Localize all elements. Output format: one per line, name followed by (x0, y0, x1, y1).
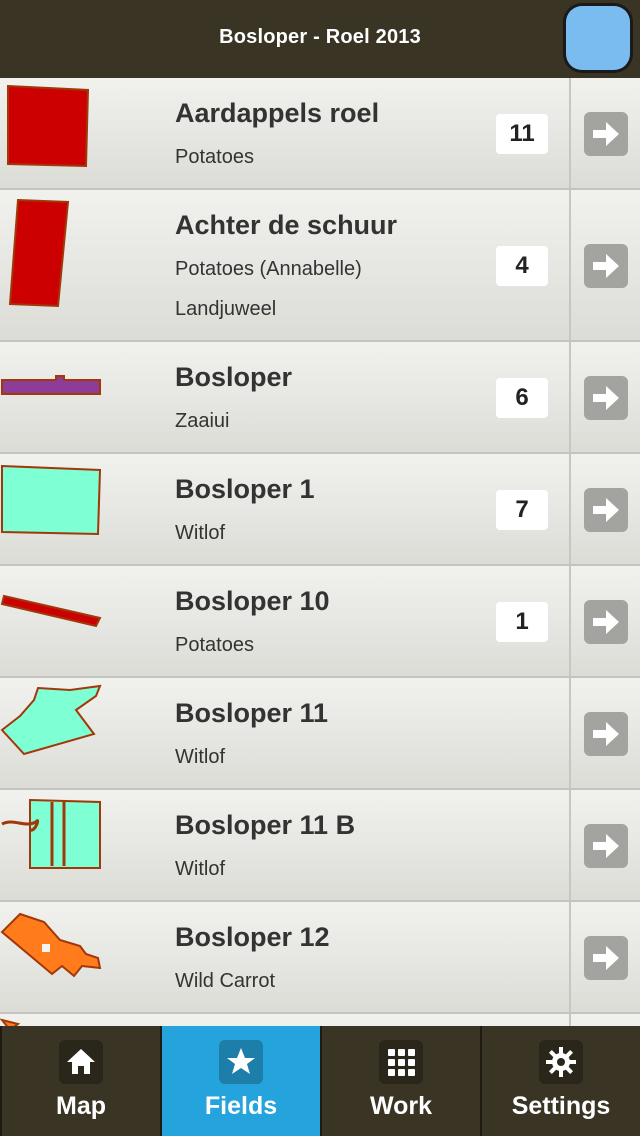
row-divider (569, 454, 571, 564)
profile-button[interactable] (566, 6, 630, 70)
tab-label: Map (56, 1092, 106, 1120)
field-name: Bosloper 10 (175, 586, 330, 616)
home-icon (59, 1040, 103, 1084)
field-crop: Potatoes (175, 634, 254, 656)
top-bar: Bosloper - Roel 2013 (0, 0, 640, 78)
field-crop: Potatoes (175, 146, 254, 168)
field-crop: Zaaiui (175, 410, 230, 432)
gear-icon (539, 1040, 583, 1084)
arrow-right-icon (593, 946, 619, 970)
grid-icon (379, 1040, 423, 1084)
star-icon (219, 1040, 263, 1084)
row-divider (569, 678, 571, 788)
field-name: Bosloper 11 B (175, 810, 356, 840)
field-crop: Wild Carrot (175, 970, 276, 992)
field-row[interactable]: Bosloper 11 B Witlof (0, 790, 640, 902)
field-shape-icon (0, 346, 110, 446)
page-title: Bosloper - Roel 2013 (219, 26, 421, 48)
field-name: Achter de schuur (175, 210, 398, 240)
field-row-partial[interactable] (0, 1014, 640, 1026)
arrow-right-icon (593, 498, 619, 522)
tab-label: Fields (204, 1092, 278, 1120)
field-row[interactable]: Bosloper 10 Potatoes 1 (0, 566, 640, 678)
task-count-badge: 7 (496, 490, 548, 530)
field-row[interactable]: Bosloper 1 Witlof 7 (0, 454, 640, 566)
arrow-right-icon (593, 722, 619, 746)
field-shape-icon (0, 458, 110, 558)
arrow-right-icon (593, 610, 619, 634)
field-crop: Witlof (175, 858, 225, 880)
open-field-button[interactable] (584, 244, 628, 288)
field-shape-icon (0, 82, 110, 182)
field-row[interactable]: Achter de schuur Potatoes (Annabelle) La… (0, 190, 640, 342)
field-shape-icon (0, 906, 110, 1006)
field-name: Bosloper 1 (175, 474, 315, 504)
open-field-button[interactable] (584, 712, 628, 756)
tab-settings[interactable]: Settings (480, 1026, 640, 1136)
row-divider (569, 190, 571, 340)
tab-label: Work (369, 1092, 433, 1120)
field-row[interactable]: Aardappels roel Potatoes 11 (0, 78, 640, 190)
open-field-button[interactable] (584, 824, 628, 868)
field-row[interactable]: Bosloper 12 Wild Carrot (0, 902, 640, 1014)
row-divider (569, 790, 571, 900)
row-divider (569, 78, 571, 188)
open-field-button[interactable] (584, 488, 628, 532)
row-divider (569, 342, 571, 452)
tab-fields[interactable]: Fields (160, 1026, 320, 1136)
field-crop: Witlof (175, 522, 225, 544)
field-name: Bosloper 12 (175, 922, 330, 952)
arrow-right-icon (593, 122, 619, 146)
field-name: Bosloper 11 (175, 698, 329, 728)
open-field-button[interactable] (584, 376, 628, 420)
fields-list[interactable]: Aardappels roel Potatoes 11 Achter de sc… (0, 78, 640, 1026)
task-count-badge: 11 (496, 114, 548, 154)
field-variety: Landjuweel (175, 298, 277, 320)
field-shape-icon (0, 1018, 110, 1026)
open-field-button[interactable] (584, 112, 628, 156)
row-divider (569, 1014, 571, 1026)
row-divider (569, 902, 571, 1012)
tab-map[interactable]: Map (0, 1026, 160, 1136)
open-field-button[interactable] (584, 600, 628, 644)
field-shape-icon (0, 570, 110, 670)
arrow-right-icon (593, 834, 619, 858)
tab-work[interactable]: Work (320, 1026, 480, 1136)
field-row[interactable]: Bosloper Zaaiui 6 (0, 342, 640, 454)
open-field-button[interactable] (584, 936, 628, 980)
row-divider (569, 566, 571, 676)
task-count-badge: 1 (496, 602, 548, 642)
field-shape-icon (0, 794, 110, 894)
field-crop: Witlof (175, 746, 225, 768)
field-shape-icon (0, 194, 110, 334)
task-count-badge: 4 (496, 246, 548, 286)
field-row[interactable]: Bosloper 11 Witlof (0, 678, 640, 790)
task-count-badge: 6 (496, 378, 548, 418)
arrow-right-icon (593, 254, 619, 278)
field-crop: Potatoes (Annabelle) (175, 258, 362, 280)
tab-label: Settings (511, 1092, 611, 1120)
field-shape-icon (0, 682, 110, 782)
tab-bar: Map Fields Work Settings (0, 1026, 640, 1136)
arrow-right-icon (593, 386, 619, 410)
field-name: Bosloper (175, 362, 293, 392)
field-name: Aardappels roel (175, 98, 380, 128)
